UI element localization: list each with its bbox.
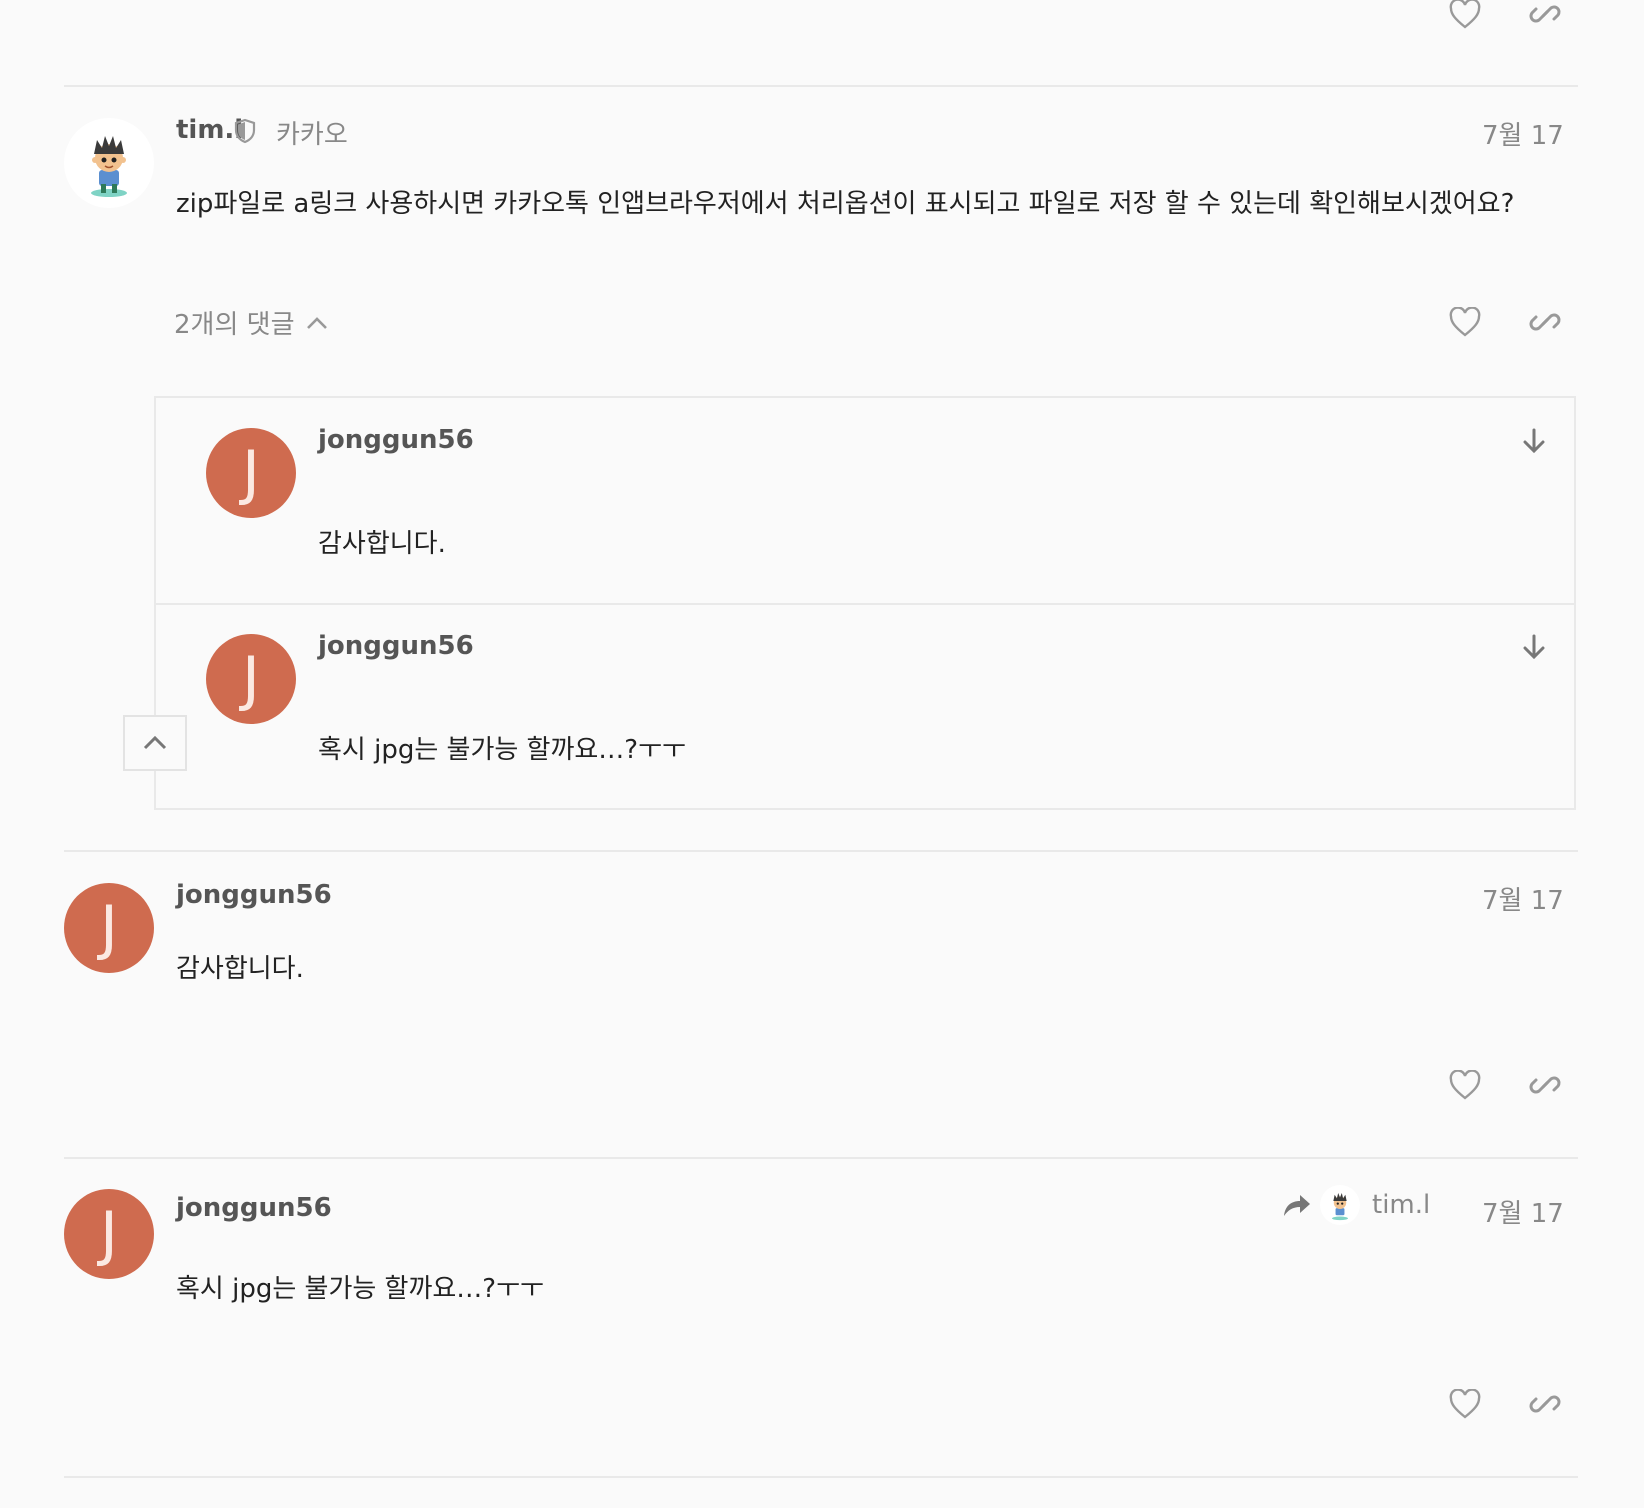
link-icon (1529, 1076, 1561, 1094)
post-author[interactable]: jonggun56 (176, 880, 332, 910)
post-divider (64, 850, 1578, 852)
shield-icon (233, 118, 257, 148)
avatar-character-icon (91, 136, 127, 197)
post-divider (64, 1157, 1578, 1159)
arrow-down-icon (1523, 428, 1545, 454)
post-body: 혹시 jpg는 불가능 할까요…?ㅜㅜ (176, 1274, 544, 1304)
avatar[interactable]: J (206, 634, 296, 724)
post-author[interactable]: jonggun56 (176, 1193, 332, 1223)
post-date[interactable]: 7월 17 (1482, 880, 1564, 917)
link-icon (1529, 1395, 1561, 1413)
avatar-character-icon (1332, 1193, 1348, 1221)
avatar[interactable]: J (206, 428, 296, 518)
avatar[interactable]: J (64, 1189, 154, 1279)
avatar[interactable] (64, 118, 154, 208)
share-link-button[interactable] (1523, 300, 1567, 344)
like-button[interactable] (1443, 300, 1487, 344)
post-date[interactable]: 7월 17 (1482, 1193, 1564, 1230)
replies-toggle-button[interactable]: 2개의 댓글 (174, 304, 329, 341)
reply-body: 혹시 jpg는 불가능 할까요…?ㅜㅜ (318, 735, 686, 765)
reply-body: 감사합니다. (318, 529, 446, 559)
like-button[interactable] (1443, 0, 1487, 36)
like-button[interactable] (1443, 1382, 1487, 1426)
post-date[interactable]: 7월 17 (1482, 115, 1564, 152)
share-arrow-icon (1284, 1195, 1310, 1216)
heart-outline-icon (1449, 1070, 1481, 1100)
share-link-button[interactable] (1523, 1063, 1567, 1107)
collapse-replies-button[interactable] (123, 715, 187, 771)
share-link-button[interactable] (1523, 0, 1567, 36)
reply-to-username: tim.l (1372, 1190, 1431, 1220)
link-icon (1529, 5, 1561, 23)
reply-author[interactable]: jonggun56 (318, 631, 474, 661)
post-divider (64, 1476, 1578, 1478)
link-icon (1529, 313, 1561, 331)
heart-outline-icon (1449, 0, 1481, 29)
post-body: 감사합니다. (176, 954, 304, 984)
expand-reply-button[interactable] (1512, 419, 1556, 463)
post-body: zip파일로 a링크 사용하시면 카카오톡 인앱브라우저에서 처리옵션이 표시되… (176, 189, 1515, 219)
replies-count-label: 2개의 댓글 (174, 310, 295, 340)
post-divider (64, 85, 1578, 87)
share-link-button[interactable] (1523, 1382, 1567, 1426)
like-button[interactable] (1443, 1063, 1487, 1107)
avatar[interactable]: J (64, 883, 154, 973)
expand-reply-button[interactable] (1512, 625, 1556, 669)
reply-author[interactable]: jonggun56 (318, 425, 474, 455)
user-group[interactable]: 카카오 (276, 114, 348, 151)
heart-outline-icon (1449, 1389, 1481, 1419)
arrow-down-icon (1523, 634, 1545, 660)
heart-outline-icon (1449, 307, 1481, 337)
reply-divider (156, 603, 1574, 605)
chevron-up-icon (143, 735, 167, 750)
chevron-up-icon (306, 316, 327, 329)
reply-to-link[interactable]: tim.l (1282, 1185, 1430, 1225)
reply-to-avatar (1320, 1185, 1360, 1225)
